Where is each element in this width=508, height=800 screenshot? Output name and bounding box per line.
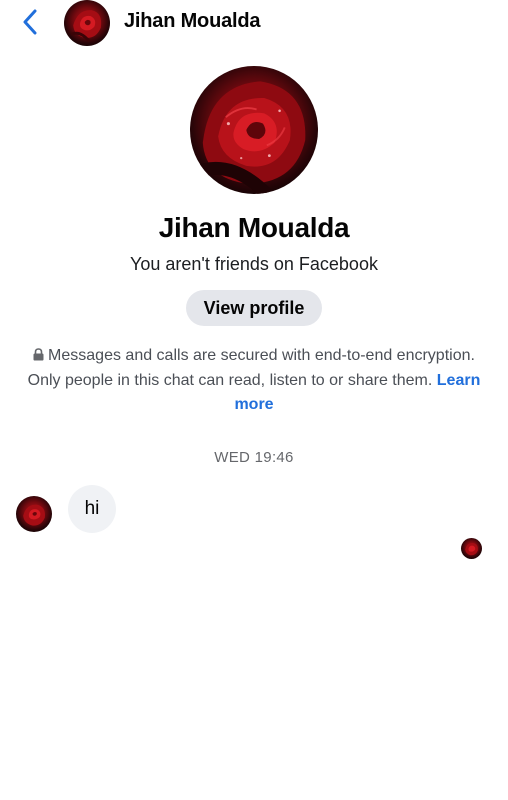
message-text: hi — [84, 498, 100, 519]
seen-indicator-avatar — [461, 538, 482, 559]
message-sender-avatar[interactable] — [16, 496, 52, 532]
friend-status-text: You aren't friends on Facebook — [130, 254, 378, 274]
header-contact-name[interactable]: Jihan Moualda — [124, 10, 261, 33]
contact-avatar[interactable] — [64, 0, 110, 46]
encryption-notice: Messages and calls are secured with end-… — [20, 344, 488, 418]
lock-icon — [33, 348, 44, 361]
view-profile-button[interactable]: View profile — [186, 290, 322, 326]
chat-header: Jihan Moualda — [0, 0, 508, 48]
message-bubble[interactable]: hi — [68, 485, 116, 533]
back-button[interactable] — [16, 6, 44, 38]
profile-avatar[interactable] — [190, 66, 318, 194]
chevron-left-icon — [23, 9, 37, 35]
encryption-text: Messages and calls are secured with end-… — [27, 347, 475, 389]
profile-name: Jihan Moualda — [158, 212, 350, 243]
message-timestamp: WED 19:46 — [214, 449, 294, 466]
